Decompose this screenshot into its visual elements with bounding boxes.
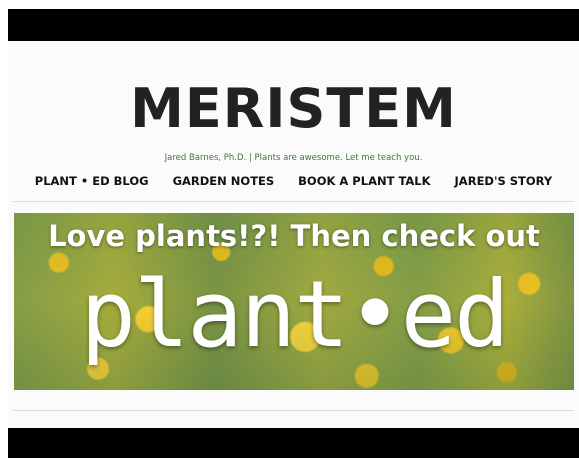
- page-content: MERISTEM Jared Barnes, Ph.D. | Plants ar…: [8, 41, 579, 428]
- nav-item-garden-notes[interactable]: GARDEN NOTES: [173, 174, 275, 188]
- nav-item-story[interactable]: JARED'S STORY: [455, 174, 553, 188]
- promo-banner[interactable]: Love plants!?! Then check out plant•ed: [14, 213, 574, 390]
- banner-headline: Love plants!?! Then check out: [48, 219, 540, 253]
- letterbox-bottom-bar: [8, 428, 579, 458]
- letterbox-top-bar: [8, 9, 579, 41]
- main-nav: PLANT • ED BLOG GARDEN NOTES BOOK A PLAN…: [8, 174, 579, 188]
- site-logo[interactable]: MERISTEM: [8, 79, 579, 139]
- nav-item-book-talk[interactable]: BOOK A PLANT TALK: [298, 174, 430, 188]
- site-tagline: Jared Barnes, Ph.D. | Plants are awesome…: [164, 153, 423, 163]
- header-divider: [13, 201, 574, 202]
- nav-item-blog[interactable]: PLANT • ED BLOG: [35, 174, 149, 188]
- banner-brand-text: plant•ed: [80, 261, 509, 368]
- content-divider: [13, 410, 574, 411]
